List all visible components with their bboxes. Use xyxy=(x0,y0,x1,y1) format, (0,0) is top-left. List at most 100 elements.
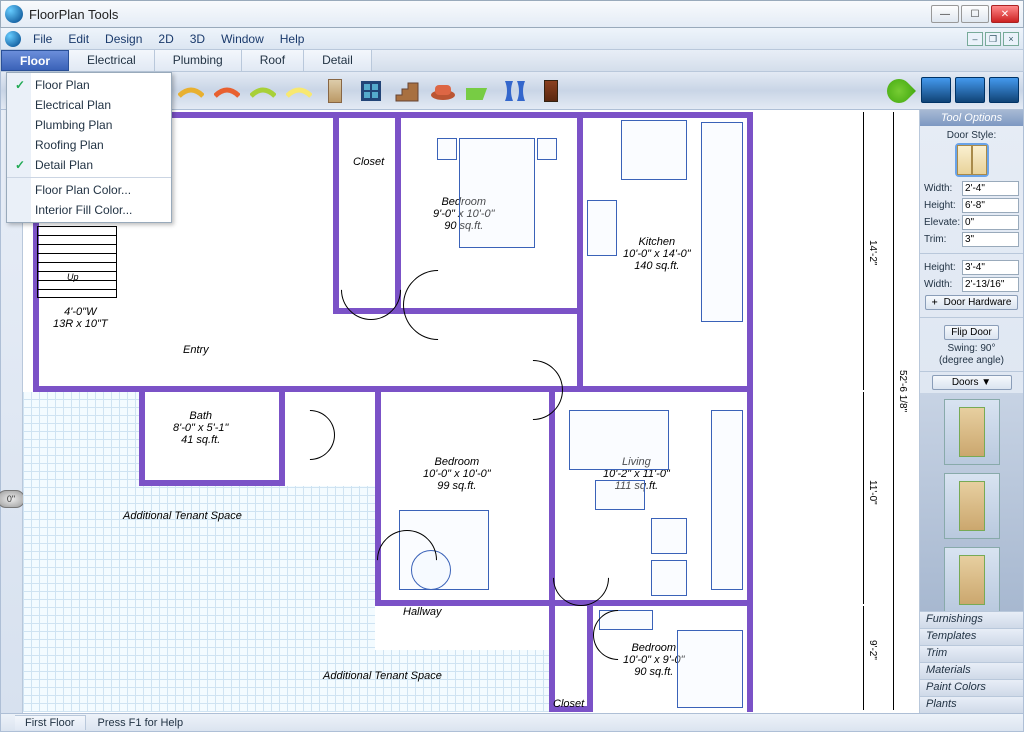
height2-input[interactable]: 3'-4" xyxy=(962,260,1019,275)
cat-plants[interactable]: Plants xyxy=(920,696,1023,713)
room-entry-label: Entry xyxy=(183,344,209,356)
floor-dropdown-menu: Floor Plan Electrical Plan Plumbing Plan… xyxy=(6,72,172,223)
furniture-nightstand-1b xyxy=(537,138,557,160)
app-icon xyxy=(5,5,23,23)
menu-edit[interactable]: Edit xyxy=(60,30,97,48)
dropdown-plumbing-plan[interactable]: Plumbing Plan xyxy=(7,115,171,135)
panel-min-icon[interactable]: – xyxy=(967,32,983,46)
dim-line-overall xyxy=(893,112,894,710)
app-menu-icon[interactable] xyxy=(5,31,21,47)
furniture-bed-3 xyxy=(677,630,743,708)
tool-roof-icon[interactable] xyxy=(212,77,242,105)
dropdown-roofing-plan[interactable]: Roofing Plan xyxy=(7,135,171,155)
tool-window-icon[interactable] xyxy=(356,77,386,105)
dropdown-floor-plan[interactable]: Floor Plan xyxy=(7,75,171,95)
tool-stairs-icon[interactable] xyxy=(392,77,422,105)
tool-ceiling-icon[interactable] xyxy=(284,77,314,105)
trim-input[interactable]: 3" xyxy=(962,232,1019,247)
stairs xyxy=(37,226,117,298)
doors-dropdown[interactable]: Doors ▼ xyxy=(932,375,1012,390)
dim-overall: 52'-6 1/8" xyxy=(897,370,908,412)
view-elevation-icon[interactable] xyxy=(989,77,1019,103)
cat-furnishings[interactable]: Furnishings xyxy=(920,611,1023,628)
tab-roof[interactable]: Roof xyxy=(242,50,304,71)
title-bar: FloorPlan Tools — ☐ ✕ xyxy=(0,0,1024,28)
door-style-label: Door Style: xyxy=(924,130,1019,141)
furniture-counter xyxy=(701,122,743,322)
elevate-input[interactable]: 0" xyxy=(962,215,1019,230)
dim-top: 14'-2" xyxy=(867,240,878,265)
dropdown-detail-plan[interactable]: Detail Plan xyxy=(7,155,171,175)
panel-close-icon[interactable]: × xyxy=(1003,32,1019,46)
tab-electrical[interactable]: Electrical xyxy=(69,50,155,71)
dim-line-bot xyxy=(863,606,864,710)
window-title: FloorPlan Tools xyxy=(29,7,931,22)
minimize-button[interactable]: — xyxy=(931,5,959,23)
maximize-button[interactable]: ☐ xyxy=(961,5,989,23)
status-message: Press F1 for Help xyxy=(98,717,184,729)
ruler-knob[interactable]: 0" xyxy=(0,490,25,508)
eco-icon[interactable] xyxy=(884,77,914,105)
door-gallery xyxy=(920,393,1023,611)
door-thumb-2[interactable] xyxy=(944,473,1000,539)
furniture-fridge xyxy=(587,200,617,256)
tool-furniture-icon[interactable] xyxy=(428,77,458,105)
cat-paint-colors[interactable]: Paint Colors xyxy=(920,679,1023,696)
door-arc xyxy=(275,400,346,471)
menu-file[interactable]: File xyxy=(25,30,60,48)
room-kitchen-label: Kitchen 10'-0" x 14'-0" 140 sq.ft. xyxy=(623,236,691,272)
tool-cabinet-icon[interactable] xyxy=(536,77,566,105)
tenant1-label: Additional Tenant Space xyxy=(123,510,242,522)
tool-options-header: Tool Options xyxy=(920,110,1023,126)
cat-templates[interactable]: Templates xyxy=(920,628,1023,645)
room-closet2-label: Closet xyxy=(553,698,584,710)
tab-detail[interactable]: Detail xyxy=(304,50,372,71)
view-plan-icon[interactable] xyxy=(921,77,951,103)
tenant2-label: Additional Tenant Space xyxy=(323,670,442,682)
tab-floor[interactable]: Floor xyxy=(1,50,69,71)
furniture-chair-1 xyxy=(651,518,687,554)
room-bedroom2-label: Bedroom 10'-0" x 10'-0" 99 sq.ft. xyxy=(423,456,491,492)
tool-wall-icon[interactable] xyxy=(176,77,206,105)
menu-help[interactable]: Help xyxy=(272,30,313,48)
door-arc xyxy=(491,348,576,433)
dropdown-interior-fill-color[interactable]: Interior Fill Color... xyxy=(7,200,171,220)
menu-design[interactable]: Design xyxy=(97,30,150,48)
dropdown-floor-plan-color[interactable]: Floor Plan Color... xyxy=(7,180,171,200)
tool-door-icon[interactable] xyxy=(320,77,350,105)
status-bar: First Floor Press F1 for Help xyxy=(0,714,1024,732)
dim-line-top xyxy=(863,112,864,390)
furniture-side xyxy=(711,410,743,590)
menu-3d[interactable]: 3D xyxy=(182,30,213,48)
panel-restore-icon[interactable]: ❐ xyxy=(985,32,1001,46)
width-input[interactable]: 2'-4" xyxy=(962,181,1019,196)
furniture-chair-2 xyxy=(651,560,687,596)
stairs-up-label: Up xyxy=(67,272,79,282)
door-style-icon[interactable] xyxy=(955,143,989,177)
flip-door-button[interactable]: Flip Door xyxy=(944,325,999,340)
room-closet1-label: Closet xyxy=(353,156,384,168)
menu-window[interactable]: Window xyxy=(213,30,272,48)
door-thumb-3[interactable] xyxy=(944,547,1000,611)
tool-landscape-icon[interactable] xyxy=(464,77,494,105)
room-bath-label: Bath 8'-0" x 5'-1" 41 sq.ft. xyxy=(173,410,228,446)
tool-curtain-icon[interactable] xyxy=(500,77,530,105)
close-button[interactable]: ✕ xyxy=(991,5,1019,23)
menu-2d[interactable]: 2D xyxy=(150,30,181,48)
swing-value: 90° xyxy=(980,343,995,354)
cat-trim[interactable]: Trim xyxy=(920,645,1023,662)
cat-materials[interactable]: Materials xyxy=(920,662,1023,679)
level-tab[interactable]: First Floor xyxy=(15,715,86,730)
tool-floor-icon[interactable] xyxy=(248,77,278,105)
dropdown-electrical-plan[interactable]: Electrical Plan xyxy=(7,95,171,115)
room-hallway-label: Hallway xyxy=(403,606,442,618)
door-thumb-1[interactable] xyxy=(944,399,1000,465)
door-hardware-button[interactable]: + Door Hardware xyxy=(925,295,1019,310)
width2-input[interactable]: 2'-13/16" xyxy=(962,277,1019,292)
dim-line-mid xyxy=(863,392,864,604)
menu-bar: File Edit Design 2D 3D Window Help – ❐ × xyxy=(0,28,1024,50)
height-input[interactable]: 6'-8" xyxy=(962,198,1019,213)
tab-plumbing[interactable]: Plumbing xyxy=(155,50,242,71)
dim-mid: 11'-0" xyxy=(867,480,878,505)
view-3d-icon[interactable] xyxy=(955,77,985,103)
